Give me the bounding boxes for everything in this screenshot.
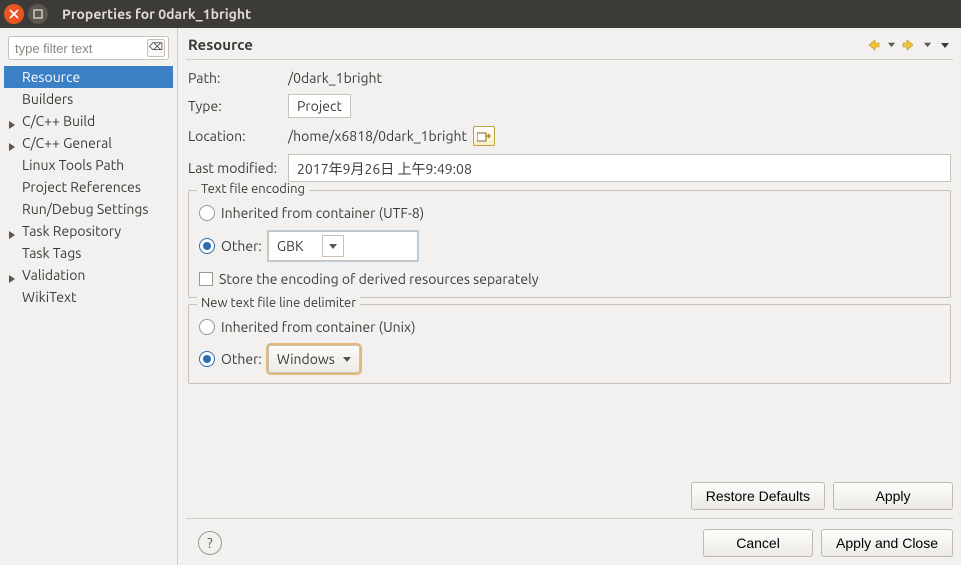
delimiter-combo-value: Windows	[277, 351, 335, 367]
sidebar-item-label: Task Repository	[22, 223, 121, 239]
window-title: Properties for 0dark_1bright	[62, 6, 251, 22]
restore-defaults-button[interactable]: Restore Defaults	[691, 482, 825, 510]
header-nav	[865, 37, 953, 53]
forward-icon[interactable]	[901, 37, 917, 53]
sidebar-item-c-c-general[interactable]: C/C++ General	[4, 132, 173, 154]
sidebar-item-label: Linux Tools Path	[22, 157, 124, 173]
store-encoding-label: Store the encoding of derived resources …	[219, 271, 538, 287]
sidebar-item-wikitext[interactable]: WikiText	[4, 286, 173, 308]
cancel-button[interactable]: Cancel	[703, 529, 813, 557]
page-title: Resource	[188, 36, 865, 53]
encoding-inherited-label: Inherited from container (UTF-8)	[221, 205, 424, 221]
nav-tree: Resource Builders C/C++ Build C/C++ General…	[4, 66, 173, 308]
location-value: /home/x6818/0dark_1bright	[288, 128, 467, 144]
expand-icon[interactable]	[8, 224, 18, 234]
path-value: /0dark_1bright	[288, 70, 382, 86]
sidebar-item-label: Project References	[22, 179, 141, 195]
delimiter-other-radio[interactable]	[199, 351, 215, 367]
expand-icon[interactable]	[8, 136, 18, 146]
encoding-other-radio[interactable]	[199, 238, 215, 254]
path-label: Path:	[188, 70, 288, 86]
sidebar-item-run-debug-settings[interactable]: Run/Debug Settings	[4, 198, 173, 220]
help-icon[interactable]: ?	[198, 531, 222, 555]
sidebar-item-label: C/C++ Build	[22, 113, 95, 129]
titlebar: Properties for 0dark_1bright	[0, 0, 961, 28]
expand-icon[interactable]	[8, 114, 18, 124]
last-modified-label: Last modified:	[188, 160, 288, 176]
back-icon[interactable]	[865, 37, 881, 53]
sidebar-item-builders[interactable]: Builders	[4, 88, 173, 110]
sidebar-item-label: Builders	[22, 91, 73, 107]
sidebar-item-label: WikiText	[22, 289, 77, 305]
maximize-icon[interactable]	[28, 4, 48, 24]
sidebar-item-validation[interactable]: Validation	[4, 264, 173, 286]
location-label: Location:	[188, 128, 288, 144]
filter-input[interactable]	[8, 36, 169, 60]
encoding-combo-value: GBK	[277, 238, 304, 254]
chevron-down-icon	[343, 355, 351, 363]
sidebar-item-resource[interactable]: Resource	[4, 66, 173, 88]
delimiter-group: New text file line delimiter Inherited f…	[188, 304, 951, 384]
sidebar-item-label: Task Tags	[22, 245, 81, 261]
sidebar-item-c-c-build[interactable]: C/C++ Build	[4, 110, 173, 132]
apply-button[interactable]: Apply	[833, 482, 953, 510]
encoding-group: Text file encoding Inherited from contai…	[188, 190, 951, 298]
expand-icon[interactable]	[8, 268, 18, 278]
type-value: Project	[288, 94, 351, 118]
delimiter-inherited-radio[interactable]	[199, 319, 215, 335]
delimiter-inherited-label: Inherited from container (Unix)	[221, 319, 416, 335]
encoding-inherited-radio[interactable]	[199, 205, 215, 221]
encoding-legend: Text file encoding	[197, 182, 309, 196]
store-encoding-checkbox[interactable]	[199, 272, 213, 286]
forward-menu-icon[interactable]	[919, 37, 935, 53]
type-label: Type:	[188, 98, 288, 114]
back-menu-icon[interactable]	[883, 37, 899, 53]
delimiter-other-label: Other:	[221, 351, 262, 367]
last-modified-value: 2017年9月26日 上午9:49:08	[288, 154, 951, 182]
delimiter-legend: New text file line delimiter	[197, 296, 360, 310]
sidebar-item-label: C/C++ General	[22, 135, 112, 151]
sidebar-item-task-tags[interactable]: Task Tags	[4, 242, 173, 264]
sidebar: ⌫ Resource Builders C/C++ Build C/C++ Gener…	[0, 28, 178, 565]
encoding-combo[interactable]: GBK	[268, 231, 418, 261]
delimiter-combo[interactable]: Windows	[268, 345, 360, 373]
clear-filter-icon[interactable]: ⌫	[147, 39, 165, 57]
chevron-down-icon	[322, 235, 344, 257]
apply-and-close-button[interactable]: Apply and Close	[821, 529, 953, 557]
sidebar-item-label: Resource	[22, 69, 80, 85]
close-icon[interactable]	[4, 4, 24, 24]
sidebar-item-task-repository[interactable]: Task Repository	[4, 220, 173, 242]
encoding-other-label: Other:	[221, 238, 262, 254]
sidebar-item-linux-tools-path[interactable]: Linux Tools Path	[4, 154, 173, 176]
sidebar-item-label: Run/Debug Settings	[22, 201, 149, 217]
view-menu-icon[interactable]	[937, 37, 953, 53]
sidebar-item-project-references[interactable]: Project References	[4, 176, 173, 198]
sidebar-item-label: Validation	[22, 267, 85, 283]
main-panel: Resource Path: /0dark_1bright Type: Proj…	[178, 28, 961, 565]
show-in-explorer-icon[interactable]	[473, 126, 495, 146]
